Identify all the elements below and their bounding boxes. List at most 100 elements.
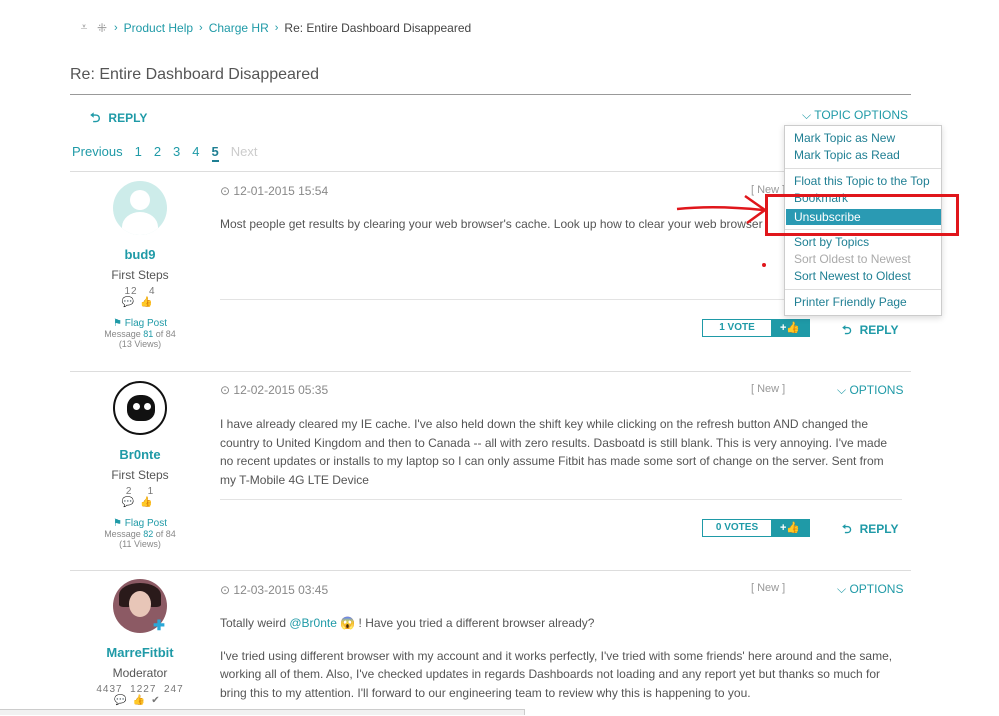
kudos-count: 1 xyxy=(147,486,155,497)
post-reply-button[interactable]: ⮌ REPLY xyxy=(842,321,899,342)
page-title: Re: Entire Dashboard Disappeared xyxy=(70,66,320,83)
message-counter: Message 82 of 84 xyxy=(70,529,210,539)
reply-label: REPLY xyxy=(859,323,899,337)
breadcrumb: ⩡ ⁜ › Product Help › Charge HR › Re: Ent… xyxy=(78,20,472,35)
author-rank: First Steps xyxy=(111,468,169,482)
kudos-count: 4 xyxy=(148,286,156,297)
menu-sort-newest[interactable]: Sort Newest to Oldest xyxy=(794,269,911,283)
author-name[interactable]: Br0nte xyxy=(70,447,210,462)
annotation-dot xyxy=(762,263,766,267)
breadcrumb-product-help[interactable]: Product Help xyxy=(124,21,193,35)
chevron-down-icon: ⌵ xyxy=(837,582,847,596)
author-name[interactable]: bud9 xyxy=(70,247,210,262)
avatar[interactable] xyxy=(113,381,167,435)
flag-icon: ⚑ xyxy=(113,318,122,329)
posts-count: 12 xyxy=(124,286,138,297)
post-paragraph: Totally weird @Br0nte 😱 ! Have you tried… xyxy=(220,614,900,633)
kudo-plus-button[interactable]: +👍 xyxy=(771,520,809,536)
community-home-icon[interactable]: ⁜ xyxy=(96,21,108,35)
flag-post-link[interactable]: ⚑ Flag Post xyxy=(70,518,210,529)
author-stats: 2 1 xyxy=(70,486,210,497)
avatar[interactable] xyxy=(113,181,167,235)
reply-arrow-icon: ⮌ xyxy=(90,110,101,125)
chevron-down-icon: ⌵ xyxy=(802,108,812,122)
message-counter: Message 81 of 84 xyxy=(70,329,210,339)
flag-icon: ⚑ xyxy=(113,518,122,529)
flag-label: Flag Post xyxy=(124,318,167,329)
post-options-button[interactable]: ⌵ OPTIONS xyxy=(837,383,903,398)
breadcrumb-charge-hr[interactable]: Charge HR xyxy=(209,21,269,35)
message-suffix: of 84 xyxy=(155,529,176,539)
post-date: ⊙ 12-02-2015 05:35 xyxy=(220,383,328,397)
vote-widget: 1 VOTE +👍 xyxy=(702,319,810,337)
reply-arrow-icon: ⮌ xyxy=(842,522,852,536)
menu-printer-friendly[interactable]: Printer Friendly Page xyxy=(794,295,907,309)
reply-label: REPLY xyxy=(108,111,148,125)
menu-sort-oldest: Sort Oldest to Newest xyxy=(794,252,911,266)
posts-count: 4437 xyxy=(96,684,123,695)
solutions-count: 247 xyxy=(163,684,184,695)
thumbs-up-icon: 👍 xyxy=(140,497,159,508)
comment-icon: 💬 xyxy=(121,297,140,308)
menu-float-topic[interactable]: Float this Topic to the Top xyxy=(794,174,930,188)
vote-widget: 0 VOTES +👍 xyxy=(702,519,810,537)
message-suffix: of 84 xyxy=(155,329,176,339)
user-mention-link[interactable]: @Br0nte xyxy=(289,616,337,630)
checkmark-icon: ✔ xyxy=(151,695,166,706)
message-number[interactable]: 81 xyxy=(143,329,153,339)
clock-icon: ⊙ xyxy=(220,583,231,597)
reply-arrow-icon: ⮌ xyxy=(842,323,852,337)
menu-divider xyxy=(785,168,941,169)
author-rank: First Steps xyxy=(111,268,169,282)
flag-label: Flag Post xyxy=(124,518,167,529)
chevron-down-icon: ⌵ xyxy=(837,383,847,397)
message-prefix: Message xyxy=(104,329,141,339)
menu-mark-topic-read[interactable]: Mark Topic as Read xyxy=(794,148,900,162)
post-date-text: 12-01-2015 15:54 xyxy=(233,184,329,198)
menu-mark-topic-new[interactable]: Mark Topic as New xyxy=(794,131,895,145)
pager-page-3[interactable]: 3 xyxy=(173,144,180,162)
new-tag: [ New ] xyxy=(751,582,786,594)
pager-page-1[interactable]: 1 xyxy=(135,144,142,162)
options-label: OPTIONS xyxy=(849,582,904,596)
clock-icon: ⊙ xyxy=(220,184,231,198)
message-number[interactable]: 82 xyxy=(143,529,153,539)
body-text: Totally weird xyxy=(220,616,290,630)
kudos-count: 1227 xyxy=(130,684,157,695)
author-stats: 4437 1227 247 xyxy=(70,684,210,695)
post-date-text: 12-02-2015 05:35 xyxy=(233,383,329,397)
emoji-icon: 😱 xyxy=(340,616,356,630)
stat-icons: 💬👍 xyxy=(70,297,210,308)
topic-options-button[interactable]: ⌵ TOPIC OPTIONS xyxy=(802,108,908,123)
pager-page-4[interactable]: 4 xyxy=(192,144,199,162)
collapse-icon[interactable]: ⩡ xyxy=(78,20,90,35)
topic-reply-button[interactable]: ⮌ REPLY xyxy=(90,109,147,131)
clock-icon: ⊙ xyxy=(220,383,231,397)
annotation-arrow-icon xyxy=(676,194,768,225)
stat-icons: 💬👍 xyxy=(70,497,210,508)
post-paragraph: I have already cleared my IE cache. I've… xyxy=(220,417,888,487)
kudo-plus-button[interactable]: +👍 xyxy=(771,320,809,336)
post-reply-button[interactable]: ⮌ REPLY xyxy=(842,520,899,541)
vote-count: 1 VOTE xyxy=(719,322,755,333)
post-body: Totally weird @Br0nte 😱 ! Have you tried… xyxy=(220,614,900,716)
post-item: ✚ MarreFitbit Moderator 4437 1227 247 💬👍… xyxy=(70,570,911,715)
thumbs-up-icon: 👍 xyxy=(132,695,152,706)
flag-post-link[interactable]: ⚑ Flag Post xyxy=(70,318,210,329)
pager-page-2[interactable]: 2 xyxy=(154,144,161,162)
moderator-badge-icon: ✚ xyxy=(153,617,165,633)
chevron-right-icon: › xyxy=(114,21,118,34)
pager-previous[interactable]: Previous xyxy=(72,144,123,162)
author-stats: 12 4 xyxy=(70,286,210,297)
post-date-text: 12-03-2015 03:45 xyxy=(233,583,329,597)
comment-icon: 💬 xyxy=(114,695,133,706)
author-name[interactable]: MarreFitbit xyxy=(70,645,210,660)
title-divider xyxy=(70,94,911,95)
post-author-panel: bud9 First Steps 12 4 💬👍 ⚑ Flag Post Mes… xyxy=(70,181,210,349)
post-body: I have already cleared my IE cache. I've… xyxy=(220,415,900,503)
posts-count: 2 xyxy=(125,486,133,497)
pager-page-current: 5 xyxy=(211,144,219,162)
chevron-right-icon: › xyxy=(199,21,203,34)
post-options-button[interactable]: ⌵ OPTIONS xyxy=(837,582,903,597)
menu-sort-by-topics[interactable]: Sort by Topics xyxy=(794,235,869,249)
